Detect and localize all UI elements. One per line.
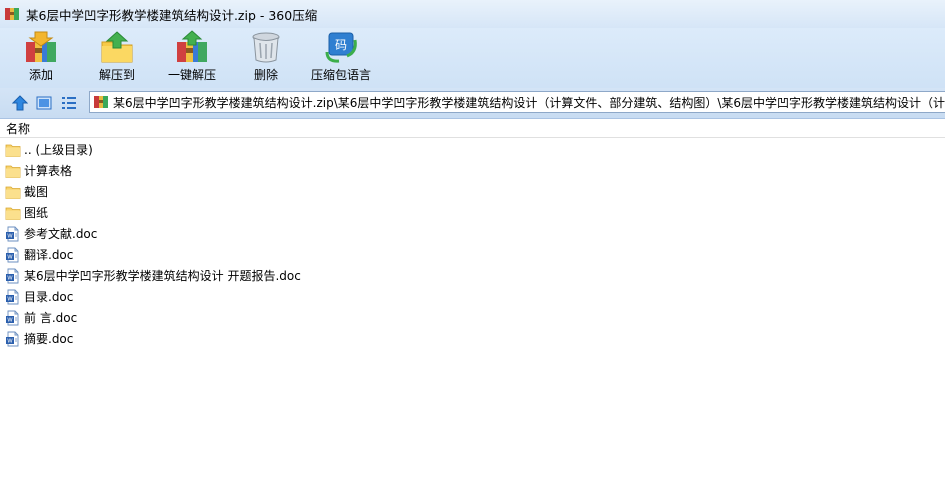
up-level-button[interactable] <box>9 92 31 114</box>
list-view-icon <box>62 97 76 109</box>
word-document-icon: W <box>6 289 19 304</box>
path-input[interactable]: 某6层中学凹字形教学楼建筑结构设计.zip\某6层中学凹字形教学楼建筑结构设计（… <box>89 91 945 113</box>
toolbar: 添加 解压到 一键解压 删除 码 压缩包语言 <box>0 28 945 88</box>
word-document-icon: W <box>6 331 19 346</box>
file-name: 目录.doc <box>24 290 74 304</box>
add-label: 添加 <box>28 68 53 82</box>
folder-icon <box>5 165 21 178</box>
svg-text:W: W <box>7 275 13 281</box>
extract-folder-icon <box>101 31 133 63</box>
word-document-icon: W <box>6 247 19 262</box>
file-row[interactable]: W 前 言.doc <box>0 307 945 328</box>
folder-icon <box>5 207 21 220</box>
svg-text:W: W <box>7 317 13 323</box>
file-name: 前 言.doc <box>24 311 78 325</box>
add-archive-icon <box>26 31 56 62</box>
folder-row[interactable]: 截图 <box>0 181 945 202</box>
extract-to-button[interactable]: 解压到 <box>94 28 140 88</box>
svg-text:W: W <box>7 254 13 260</box>
file-list: .. (上级目录) 计算表格截图图纸 W 参考文献.doc W 翻译.doc W 某6层中学凹… <box>0 139 945 349</box>
word-document-icon: W <box>6 226 19 241</box>
folder-row[interactable]: 图纸 <box>0 202 945 223</box>
list-view-button[interactable] <box>58 92 80 114</box>
folder-row[interactable]: .. (上级目录) <box>0 139 945 160</box>
extract-to-label: 解压到 <box>98 68 135 82</box>
thumbnail-view-button[interactable] <box>33 92 55 114</box>
zip-archive-icon <box>5 8 19 20</box>
language-code-icon: 码 <box>325 32 357 63</box>
archive-language-label: 压缩包语言 <box>310 68 371 82</box>
file-name: 翻译.doc <box>24 248 74 262</box>
word-document-icon: W <box>6 310 19 325</box>
file-name: 图纸 <box>24 206 49 220</box>
file-name: 计算表格 <box>24 164 73 178</box>
folder-row[interactable]: 计算表格 <box>0 160 945 181</box>
add-button[interactable]: 添加 <box>18 28 64 88</box>
file-row[interactable]: W 目录.doc <box>0 286 945 307</box>
path-text: 某6层中学凹字形教学楼建筑结构设计.zip\某6层中学凹字形教学楼建筑结构设计（… <box>113 95 945 110</box>
word-document-icon: W <box>6 268 19 283</box>
svg-text:码: 码 <box>335 38 347 52</box>
svg-text:W: W <box>7 338 13 344</box>
folder-icon <box>5 144 21 157</box>
column-name-label: 名称 <box>6 121 31 136</box>
one-click-extract-label: 一键解压 <box>167 68 216 82</box>
arrow-up-icon <box>12 95 28 111</box>
file-row[interactable]: W 翻译.doc <box>0 244 945 265</box>
file-name: .. (上级目录) <box>24 143 93 157</box>
folder-icon <box>5 186 21 199</box>
svg-text:W: W <box>7 233 13 239</box>
file-row[interactable]: W 参考文献.doc <box>0 223 945 244</box>
file-name: 截图 <box>24 185 49 199</box>
title-bar: 某6层中学凹字形教学楼建筑结构设计.zip - 360压缩 <box>0 0 945 28</box>
archive-language-button[interactable]: 码 压缩包语言 <box>308 28 374 88</box>
file-name: 摘要.doc <box>24 332 74 346</box>
large-icon-view-icon <box>36 96 52 110</box>
file-row[interactable]: W 摘要.doc <box>0 328 945 349</box>
file-row[interactable]: W 某6层中学凹字形教学楼建筑结构设计 开题报告.doc <box>0 265 945 286</box>
column-header[interactable]: 名称 <box>0 119 945 138</box>
delete-button[interactable]: 删除 <box>244 28 288 88</box>
delete-label: 删除 <box>253 68 278 82</box>
window-title: 某6层中学凹字形教学楼建筑结构设计.zip - 360压缩 <box>26 7 318 23</box>
one-click-extract-icon <box>177 30 207 62</box>
address-bar: 某6层中学凹字形教学楼建筑结构设计.zip\某6层中学凹字形教学楼建筑结构设计（… <box>0 88 945 119</box>
svg-text:W: W <box>7 296 13 302</box>
zip-archive-icon <box>94 96 108 108</box>
trash-bin-icon <box>252 32 280 63</box>
file-name: 参考文献.doc <box>24 227 98 241</box>
file-name: 某6层中学凹字形教学楼建筑结构设计 开题报告.doc <box>24 269 301 283</box>
one-click-extract-button[interactable]: 一键解压 <box>164 28 220 88</box>
